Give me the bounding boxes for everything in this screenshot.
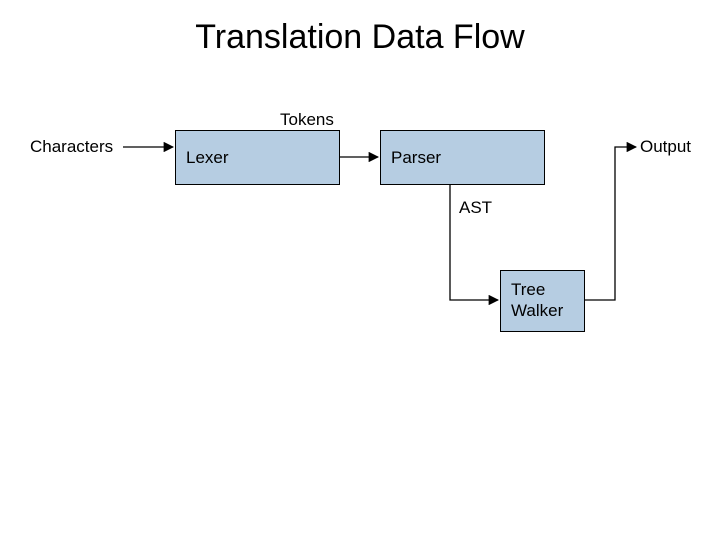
node-lexer-label: Lexer [186,148,229,168]
label-ast: AST [459,198,492,218]
label-tokens: Tokens [280,110,334,130]
label-output: Output [640,137,691,157]
node-tree-walker: Tree Walker [500,270,585,332]
node-tree-walker-line1: Tree [511,279,545,300]
arrow-tree-walker-to-output [585,147,636,300]
label-characters: Characters [30,137,113,157]
node-lexer: Lexer [175,130,340,185]
node-tree-walker-line2: Walker [511,300,563,321]
arrows-layer [0,0,720,540]
diagram-stage: Translation Data Flow Lexer Parser Tree … [0,0,720,540]
page-title: Translation Data Flow [0,18,720,57]
node-parser: Parser [380,130,545,185]
node-parser-label: Parser [391,148,441,168]
